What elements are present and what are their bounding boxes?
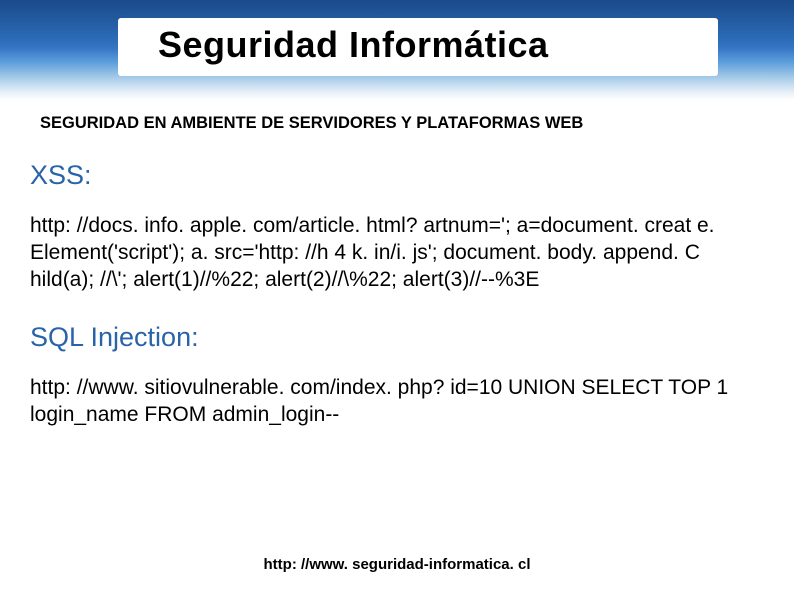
title-box: Seguridad Informática [118,18,718,76]
section-heading-sql: SQL Injection: [30,322,754,353]
slide-title: Seguridad Informática [158,24,678,66]
content-area: XSS: http: //docs. info. apple. com/arti… [30,160,754,428]
footer-url: http: //www. seguridad-informatica. cl [0,556,794,573]
section-body-sql: http: //www. sitiovulnerable. com/index.… [30,375,754,429]
section-body-xss: http: //docs. info. apple. com/article. … [30,213,754,294]
header-gradient: Seguridad Informática [0,0,794,100]
section-heading-xss: XSS: [30,160,754,191]
slide-subtitle: SEGURIDAD EN AMBIENTE DE SERVIDORES Y PL… [40,114,583,133]
